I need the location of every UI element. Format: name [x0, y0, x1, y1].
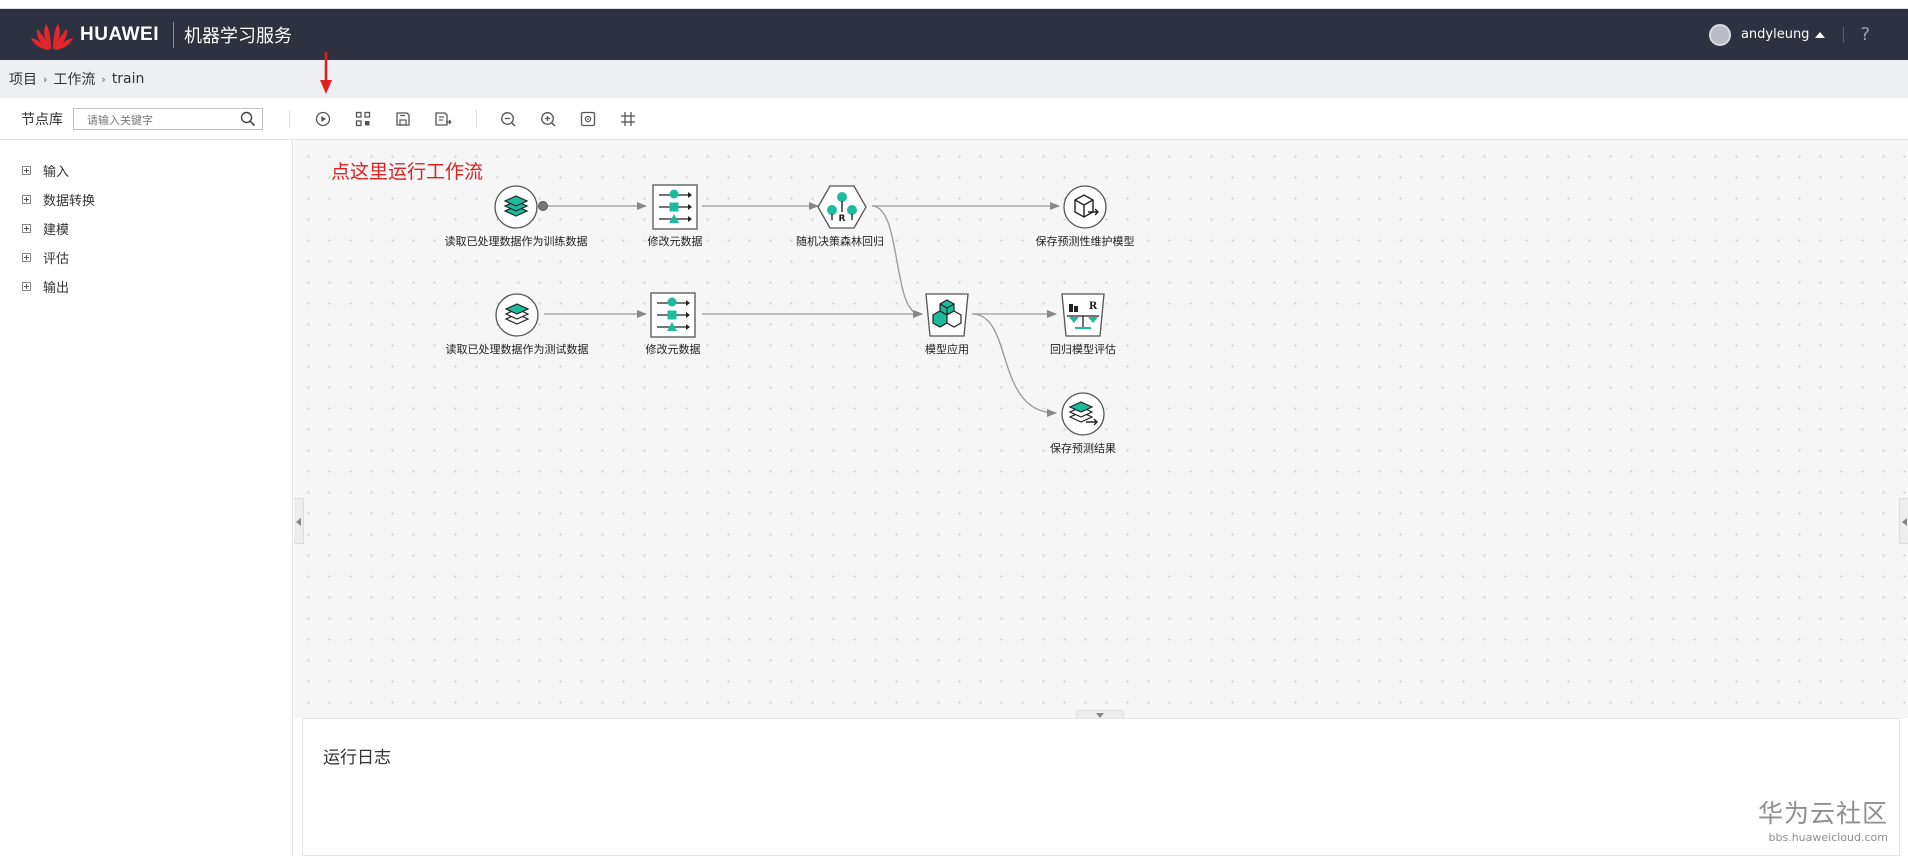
chevron-right-icon: ›	[43, 72, 48, 86]
node-random-forest-regression[interactable]: R	[816, 184, 868, 230]
run-icon	[315, 111, 331, 126]
node-label: 读取已处理数据作为训练数据	[444, 235, 588, 248]
tree-item-modeling[interactable]: 建模	[22, 219, 69, 238]
breadcrumb: 项目 › 工作流 › train	[0, 60, 1908, 98]
node-label: 随机决策森林回归	[796, 235, 884, 248]
service-title[interactable]: 机器学习服务	[184, 22, 292, 48]
expand-icon[interactable]	[22, 224, 31, 233]
tree-item-label: 建模	[43, 223, 70, 238]
node-label: 保存预测结果	[1050, 442, 1116, 455]
node-label: 保存预测性维护模型	[1035, 235, 1135, 248]
zoom-out-icon	[501, 111, 516, 126]
tree-item-input[interactable]: 输入	[22, 161, 69, 180]
node-save-model[interactable]	[1062, 184, 1108, 230]
node-label: 模型应用	[925, 343, 969, 356]
zoom-in-icon	[541, 111, 556, 126]
save-as-button[interactable]	[434, 110, 452, 128]
breadcrumb-workflows[interactable]: 工作流	[53, 69, 95, 89]
grid-icon	[621, 111, 635, 126]
node-read-test-data[interactable]	[494, 292, 540, 338]
header-separator	[1843, 26, 1845, 43]
edge	[871, 205, 923, 318]
node-save-results[interactable]	[1060, 391, 1106, 437]
tree-item-evaluation[interactable]: 评估	[22, 248, 69, 267]
svg-text:R: R	[839, 214, 846, 224]
expand-icon[interactable]	[22, 166, 31, 175]
node-model-apply[interactable]	[924, 292, 970, 338]
layers-icon	[504, 303, 530, 325]
save-as-icon	[435, 111, 452, 126]
node-regression-evaluation[interactable]: R	[1060, 292, 1106, 338]
layout-icon	[355, 111, 371, 126]
save-button[interactable]	[394, 110, 412, 128]
help-icon[interactable]: ?	[1860, 24, 1870, 45]
tree-item-label: 数据转换	[43, 194, 96, 209]
workflow-toolbar: 节点库	[0, 98, 1908, 140]
tree-item-label: 评估	[43, 252, 70, 267]
node-library-sidebar: 输入 数据转换 建模 评估 输出	[0, 140, 293, 856]
node-modify-metadata-train[interactable]	[652, 184, 698, 230]
auto-layout-button[interactable]	[354, 110, 372, 128]
node-search-input[interactable]	[74, 110, 262, 130]
user-avatar[interactable]	[1708, 23, 1731, 46]
breadcrumb-projects[interactable]: 项目	[9, 69, 37, 89]
tree-item-label: 输出	[43, 281, 70, 296]
layers-icon	[503, 195, 529, 217]
chevron-right-icon: ›	[101, 72, 106, 86]
tree-item-output[interactable]: 输出	[22, 277, 69, 296]
workflow-canvas[interactable]: 点这里运行工作流 读取已处理数据作为训练数据 修改元数据 R 随机决策森林回归 …	[294, 140, 1908, 718]
expand-icon[interactable]	[22, 282, 31, 291]
output-port	[538, 201, 548, 211]
node-label: 回归模型评估	[1050, 343, 1116, 356]
node-label: 读取已处理数据作为测试数据	[445, 343, 589, 356]
save-icon	[396, 111, 410, 126]
huawei-logo[interactable]: HUAWEI	[30, 18, 159, 52]
node-label: 修改元数据	[647, 235, 703, 248]
run-log-title: 运行日志	[323, 748, 391, 768]
browser-top-strip	[0, 0, 1908, 9]
node-read-train-data[interactable]	[493, 184, 539, 230]
app-header: HUAWEI 机器学习服务 andyleung ?	[0, 9, 1908, 60]
header-user-area: andyleung ?	[1708, 9, 1908, 60]
grid-toggle-button[interactable]	[619, 110, 637, 128]
brand-text: HUAWEI	[80, 23, 159, 45]
edge	[971, 313, 1057, 417]
expand-icon[interactable]	[22, 253, 31, 262]
expand-icon[interactable]	[22, 195, 31, 204]
toolbar-separator	[289, 109, 290, 128]
annotation-arrow	[320, 52, 332, 94]
fit-view-button[interactable]	[579, 110, 597, 128]
caret-up-icon[interactable]	[1815, 31, 1826, 38]
watermark: 华为云社区 bbs.huaweicloud.com	[1758, 794, 1888, 844]
tree-item-label: 输入	[43, 165, 70, 180]
watermark-url: bbs.huaweicloud.com	[1768, 831, 1888, 844]
watermark-title: 华为云社区	[1757, 799, 1888, 828]
svg-text:R: R	[1089, 301, 1098, 312]
zoom-out-button[interactable]	[499, 110, 517, 128]
toolbar-separator	[476, 109, 477, 128]
node-modify-metadata-test[interactable]	[650, 292, 696, 338]
node-label: 修改元数据	[645, 343, 701, 356]
username[interactable]: andyleung	[1741, 27, 1810, 42]
node-library-label: 节点库	[21, 111, 63, 128]
run-log-panel: 运行日志	[302, 718, 1900, 856]
huawei-flower-icon	[31, 23, 73, 50]
breadcrumb-current: train	[111, 71, 145, 87]
fit-icon	[580, 111, 596, 126]
run-button[interactable]	[314, 110, 332, 128]
zoom-in-button[interactable]	[539, 110, 557, 128]
header-divider	[173, 21, 174, 48]
tree-item-data-transform[interactable]: 数据转换	[22, 190, 95, 209]
node-search	[73, 107, 263, 130]
search-icon[interactable]	[240, 111, 256, 127]
